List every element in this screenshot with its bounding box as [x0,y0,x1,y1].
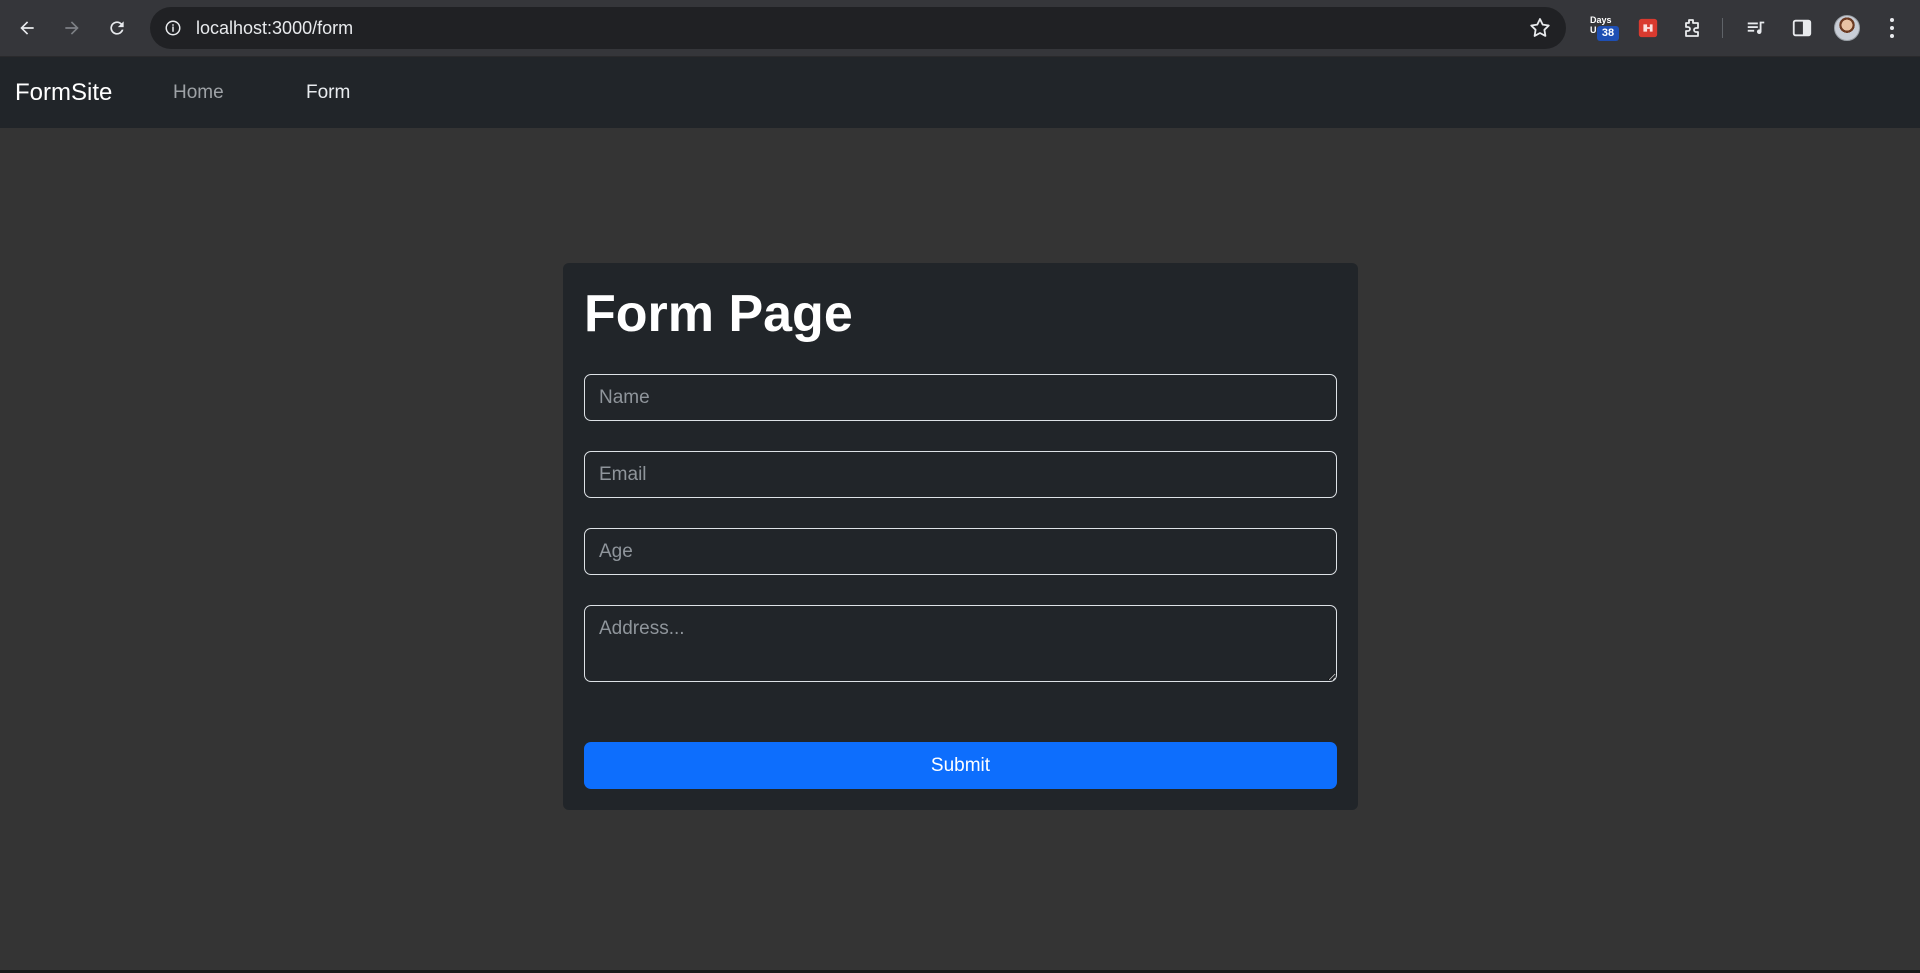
side-panel-icon [1792,19,1812,37]
reload-button[interactable] [99,10,135,46]
site-info-icon [165,20,181,36]
age-input[interactable] [584,528,1337,575]
back-icon [20,21,34,35]
form-card: Form Page Submit [563,263,1358,810]
submit-button[interactable]: Submit [584,742,1337,789]
url-text[interactable]: localhost:3000/form [196,7,353,49]
days-badge: 38 [1597,26,1619,41]
forward-button[interactable] [54,10,90,46]
address-textarea[interactable] [584,605,1337,682]
red-extension-icon [1638,18,1658,38]
site-navbar: FormSite Home Form [0,57,1920,128]
page-title: Form Page [584,285,853,343]
puzzle-extension-icon [1685,19,1699,37]
name-input[interactable] [584,374,1337,421]
browser-toolbar: localhost:3000/form Days U 38 [0,0,1920,57]
days-counter-extension[interactable]: Days U 38 [1584,12,1619,44]
side-panel-button[interactable] [1786,12,1818,44]
nav-link-form[interactable]: Form [306,57,350,128]
forward-icon [65,21,79,35]
navbar-brand[interactable]: FormSite [15,57,112,128]
bookmark-star-icon[interactable] [1528,16,1552,40]
days-label-bottom: U [1590,25,1597,35]
site-info-button[interactable] [160,15,186,41]
reload-icon [110,21,124,35]
days-label: Days [1590,15,1612,25]
address-bar[interactable]: localhost:3000/form [150,7,1566,49]
toolbar-separator [1722,18,1723,38]
extensions-button[interactable] [1676,12,1708,44]
email-input[interactable] [584,451,1337,498]
profile-avatar[interactable] [1834,15,1860,41]
more-menu-icon[interactable] [1880,14,1904,42]
media-controls-icon [1747,21,1765,35]
nav-link-home[interactable]: Home [173,57,224,128]
media-controls-button[interactable] [1740,12,1772,44]
back-button[interactable] [9,10,45,46]
red-extension[interactable] [1632,12,1664,44]
